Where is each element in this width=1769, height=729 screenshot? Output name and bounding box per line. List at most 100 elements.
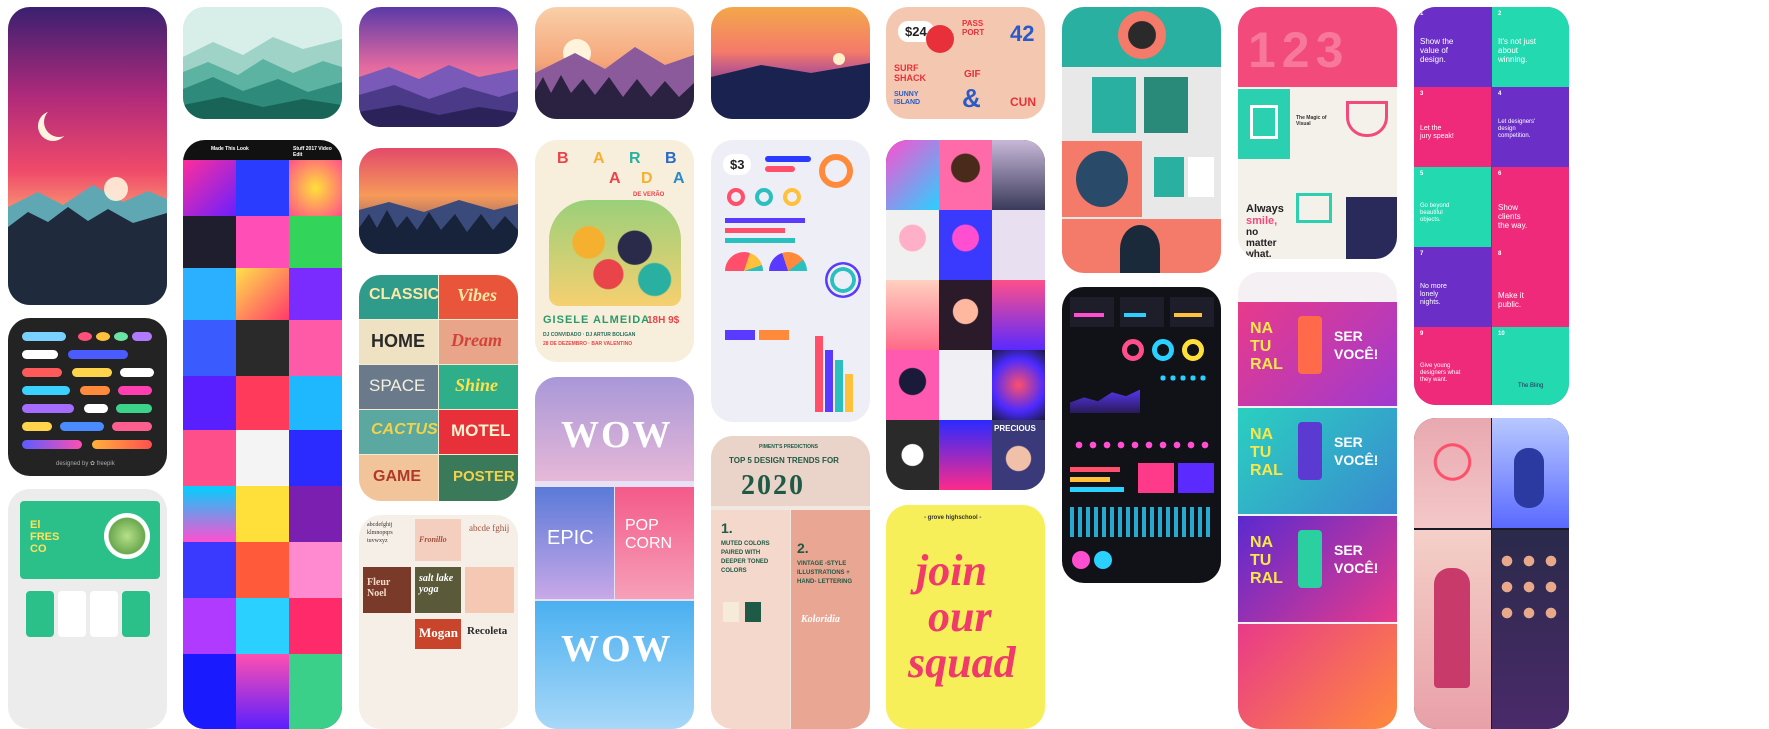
face-poster bbox=[992, 350, 1045, 420]
popcorn-word: POP CORN bbox=[625, 517, 673, 552]
pin-sunset-peaks[interactable] bbox=[535, 7, 694, 119]
dashboard-columns bbox=[1070, 507, 1214, 537]
pin-pantheon-brochure[interactable]: 123 The Magic of Visual Always smile, no… bbox=[1238, 7, 1397, 259]
sticker-badge bbox=[926, 25, 954, 53]
chart-bar bbox=[765, 166, 795, 172]
ui-pill bbox=[22, 422, 52, 431]
poster-header-left: Made This Look bbox=[211, 146, 249, 152]
crowd-faces bbox=[1496, 548, 1564, 628]
trend-1-text: MUTED COLORS PAIRED WITH DEEPER TONED CO… bbox=[721, 541, 770, 574]
natural-letters: NA TU RAL bbox=[1250, 426, 1283, 479]
sticker-text: 42 bbox=[1010, 21, 1035, 46]
manifesto-number: 3 bbox=[1420, 91, 1424, 97]
ser-text: SER bbox=[1334, 542, 1363, 558]
face-poster bbox=[886, 280, 939, 350]
retro-word-dream: Dream bbox=[451, 330, 502, 350]
font-sample-script: Fronillo bbox=[419, 535, 447, 544]
ui-pill bbox=[22, 404, 74, 413]
barbada-letter: A bbox=[593, 150, 605, 167]
face-poster bbox=[992, 210, 1045, 280]
manifesto-number: 4 bbox=[1498, 91, 1502, 97]
sticker-text: SURF SHACK bbox=[894, 63, 927, 83]
mountains-silhouette bbox=[8, 177, 167, 305]
manifesto-text: Give young designers what they want. bbox=[1420, 363, 1461, 383]
column-chart bbox=[835, 360, 843, 412]
column-chart bbox=[825, 350, 833, 412]
pin-orange-forest[interactable] bbox=[359, 148, 518, 254]
sticker-text: PASS PORT bbox=[962, 19, 985, 37]
pin-join-our-squad[interactable]: - grove highschool - join our squad bbox=[886, 505, 1045, 729]
poster-tile bbox=[236, 598, 289, 654]
manifesto-text: The Bling bbox=[1518, 383, 1544, 389]
pin-natural-juice[interactable]: NA TU RAL SER VOCÊ! NA TU RAL SER VOCÊ! … bbox=[1238, 272, 1397, 729]
pin-faces-posters[interactable]: PRECIOUS bbox=[886, 140, 1045, 490]
natural-letters: NA TU RAL bbox=[1250, 534, 1283, 587]
pin-barbada-poster[interactable]: B A R B A D A DE VERÃO GISELE ALMEIDA 18… bbox=[535, 140, 694, 362]
app-screen bbox=[26, 591, 54, 637]
pin-neon-portraits[interactable] bbox=[1414, 418, 1569, 729]
poster-tile bbox=[236, 430, 289, 486]
poster-tile bbox=[183, 320, 236, 376]
poster-tile bbox=[183, 216, 236, 268]
trends-signature: Koloridia bbox=[801, 614, 840, 625]
pin-moon-night-illustration[interactable] bbox=[8, 7, 167, 305]
ui-pill bbox=[92, 440, 152, 449]
poster-tile bbox=[183, 598, 236, 654]
figure-silhouette bbox=[1514, 448, 1544, 508]
font-sample-salt: salt lake yoga bbox=[419, 573, 454, 595]
laundry-icon bbox=[1250, 105, 1278, 139]
barbada-letter: D bbox=[641, 170, 653, 187]
pin-buttons-ui-kit[interactable]: designed by ✿ freepik bbox=[8, 318, 167, 476]
barbada-subtitle: DE VERÃO bbox=[633, 192, 665, 198]
chart-bar bbox=[725, 330, 755, 340]
pin-fresco-app[interactable]: El FRES CO bbox=[8, 489, 167, 729]
retro-word-vibes: Vibes bbox=[457, 285, 498, 305]
manifesto-text: Show clients the way. bbox=[1498, 203, 1528, 230]
pin-navy-sunset[interactable] bbox=[711, 7, 870, 119]
dashboard-donut bbox=[1182, 339, 1204, 361]
chart-bar bbox=[759, 330, 789, 340]
natural-letters: NA TU RAL bbox=[1250, 320, 1283, 373]
manifesto-text: Make it public. bbox=[1498, 291, 1524, 309]
sticker-text: GIF bbox=[964, 69, 981, 80]
pin-wow-typography[interactable]: WOW EPIC POP CORN WOW bbox=[535, 377, 694, 729]
pin-retro-words[interactable]: CLASSIC Vibes HOME Dream SPACE Shine CAC… bbox=[359, 275, 518, 501]
ui-pill bbox=[96, 332, 110, 341]
pin-font-sheet[interactable]: abcdefghij klmnopqrs tuvwxyz Fronillo ab… bbox=[359, 515, 518, 729]
portrait-head bbox=[1118, 11, 1166, 59]
pin-portrait-brand[interactable] bbox=[1062, 7, 1221, 273]
pin-purple-mountains[interactable] bbox=[359, 7, 518, 127]
brochure-big-numbers: 123 bbox=[1248, 22, 1350, 78]
radial-chart bbox=[825, 262, 861, 298]
wow-word-2: WOW bbox=[561, 628, 673, 670]
poster-tile bbox=[236, 216, 289, 268]
pin-sticker-pack[interactable]: $24 PASS PORT 42 SURF SHACK GIF SUNNY IS… bbox=[886, 7, 1045, 119]
poster-tile bbox=[236, 542, 289, 598]
pin-dark-dashboard-kit[interactable] bbox=[1062, 287, 1221, 583]
brochure-navy-panel bbox=[1346, 197, 1397, 259]
poster-tile bbox=[183, 268, 236, 320]
dashboard-bar bbox=[1074, 313, 1104, 317]
app-screen bbox=[90, 591, 118, 637]
pin-poster-grid[interactable]: Made This Look Stuff 2017 Video Edit bbox=[183, 140, 342, 729]
pin-teal-mountains[interactable] bbox=[183, 7, 342, 119]
trends-year: 2020 bbox=[741, 470, 805, 501]
gauge-chart bbox=[769, 252, 807, 271]
pin-design-trends-2020[interactable]: PIMENT'S PREDICTIONS TOP 5 DESIGN TRENDS… bbox=[711, 436, 870, 729]
retro-word-motel: MOTEL bbox=[451, 421, 511, 440]
pin-infographic-kit[interactable]: $3 bbox=[711, 140, 870, 422]
poster-tile bbox=[236, 376, 289, 430]
poster-tile bbox=[183, 486, 236, 542]
dashboard-dots bbox=[1158, 371, 1208, 385]
poster-tile bbox=[289, 486, 342, 542]
dashboard-circle bbox=[1094, 551, 1112, 569]
dashboard-bar bbox=[1070, 477, 1110, 482]
always-text: Always bbox=[1246, 203, 1284, 215]
squad-line-1: join bbox=[916, 546, 987, 595]
manifesto-number: 8 bbox=[1498, 251, 1502, 257]
pin-design-manifesto-cards[interactable]: 1 Show the value of design. 2 It's not j… bbox=[1414, 7, 1569, 405]
teal-mountain-layers bbox=[183, 7, 342, 119]
app-screen bbox=[58, 591, 86, 637]
swatch-green bbox=[745, 602, 761, 622]
dashboard-donut bbox=[1122, 339, 1144, 361]
